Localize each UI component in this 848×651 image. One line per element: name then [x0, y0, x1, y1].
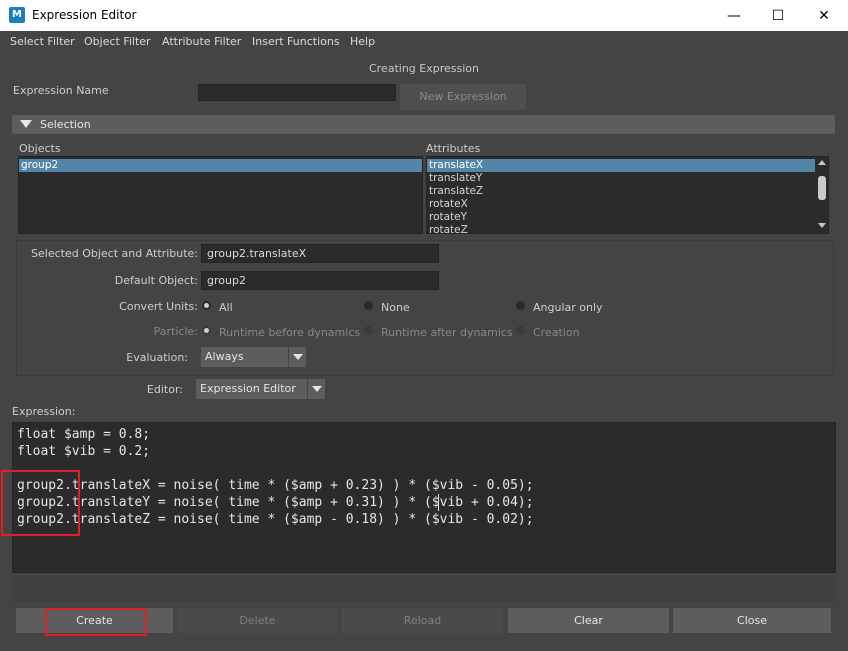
window-title: Expression Editor [32, 8, 137, 22]
default-object-label: Default Object: [114, 274, 198, 287]
expression-name-label: Expression Name [13, 84, 109, 97]
selection-frame-header[interactable]: Selection [12, 115, 835, 134]
collapse-arrow-icon [20, 120, 32, 128]
menu-insert-functions[interactable]: Insert Functions [252, 35, 340, 48]
particle-label: Particle: [153, 325, 198, 338]
status-title: Creating Expression [369, 62, 479, 75]
attribute-item[interactable]: translateY [427, 172, 815, 185]
attribute-item[interactable]: rotateX [427, 198, 815, 211]
particle-before-label: Runtime before dynamics [219, 326, 361, 339]
particle-before-radio[interactable] [202, 326, 211, 335]
evaluation-dropdown[interactable]: Always [201, 347, 306, 367]
close-button[interactable]: Close [673, 608, 831, 633]
attributes-list[interactable]: translateX translateY translateZ rotateX… [426, 156, 829, 234]
code-line: float $vib = 0.2; [17, 444, 151, 459]
evaluation-label: Evaluation: [126, 351, 188, 364]
editor-label: Editor: [146, 383, 183, 396]
attribute-item[interactable]: translateZ [427, 185, 815, 198]
convert-units-all-label: All [219, 301, 233, 314]
chevron-down-icon [307, 379, 325, 399]
scroll-thumb[interactable] [818, 176, 826, 200]
delete-button[interactable]: Delete [178, 608, 337, 633]
selected-object-attribute-label: Selected Object and Attribute: [31, 247, 198, 260]
default-object-field[interactable]: group2 [201, 271, 439, 290]
object-item-group2[interactable]: group2 [19, 159, 422, 172]
chevron-down-icon [288, 347, 306, 367]
text-cursor [438, 494, 439, 511]
particle-after-label: Runtime after dynamics [381, 326, 513, 339]
convert-units-none-label: None [381, 301, 410, 314]
convert-units-angular-radio[interactable] [516, 301, 525, 310]
selection-header-label: Selection [40, 118, 91, 131]
attributes-label: Attributes [426, 142, 481, 155]
attribute-item[interactable]: rotateY [427, 211, 815, 224]
objects-label: Objects [19, 142, 61, 155]
create-button-highlight [45, 608, 147, 636]
code-line: group2.translateX = noise( time * ($amp … [17, 478, 534, 493]
evaluation-value: Always [205, 350, 244, 363]
particle-creation-label: Creation [533, 326, 580, 339]
code-line: float $amp = 0.8; [17, 427, 151, 442]
clear-button[interactable]: Clear [508, 608, 669, 633]
new-expression-button[interactable]: New Expression [400, 84, 526, 110]
code-line: group2.translateY = noise( time * ($amp … [17, 495, 534, 510]
annotation-highlight-box [1, 470, 80, 536]
editor-dropdown[interactable]: Expression Editor [196, 379, 325, 399]
reload-button[interactable]: Reload [342, 608, 503, 633]
maximize-button[interactable]: ☐ [755, 0, 801, 31]
attribute-item[interactable]: rotateZ [427, 224, 815, 233]
selected-object-attribute-field[interactable]: group2.translateX [201, 244, 439, 263]
expression-label: Expression: [12, 405, 76, 418]
menu-select-filter[interactable]: Select Filter [10, 35, 75, 48]
convert-units-all-radio[interactable] [202, 301, 211, 310]
expression-name-input[interactable] [198, 84, 396, 101]
menu-object-filter[interactable]: Object Filter [84, 35, 151, 48]
objects-list[interactable]: group2 [18, 156, 423, 234]
convert-units-none-radio[interactable] [364, 301, 373, 310]
attribute-item[interactable]: translateX [427, 159, 815, 172]
editor-horizontal-scrollbar[interactable] [12, 576, 836, 602]
scroll-down-icon[interactable] [818, 223, 826, 228]
attributes-scrollbar[interactable] [816, 157, 828, 233]
editor-value: Expression Editor [200, 382, 296, 395]
scroll-up-icon[interactable] [818, 160, 826, 165]
expression-text-editor[interactable]: float $amp = 0.8; float $vib = 0.2; grou… [12, 422, 836, 573]
particle-after-radio[interactable] [364, 326, 373, 335]
minimize-button[interactable]: — [711, 0, 757, 31]
convert-units-label: Convert Units: [119, 300, 198, 313]
menu-bar: Select Filter Object Filter Attribute Fi… [0, 31, 848, 53]
code-line: group2.translateZ = noise( time * ($amp … [17, 512, 534, 527]
menu-attribute-filter[interactable]: Attribute Filter [162, 35, 241, 48]
maya-app-icon: M [9, 7, 25, 23]
close-window-button[interactable]: ✕ [801, 0, 847, 31]
particle-creation-radio[interactable] [516, 326, 525, 335]
menu-help[interactable]: Help [350, 35, 375, 48]
title-bar: M Expression Editor — ☐ ✕ [0, 0, 848, 31]
convert-units-angular-label: Angular only [533, 301, 603, 314]
